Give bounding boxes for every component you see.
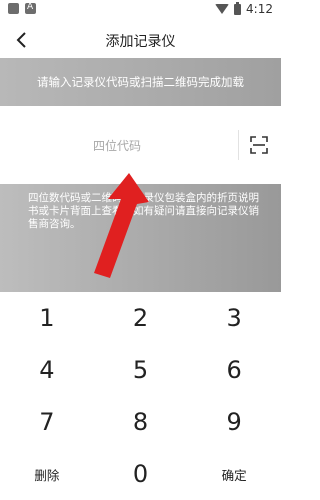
confirm-key[interactable]: 确定 <box>187 448 281 500</box>
wifi-icon <box>215 4 230 14</box>
key-5[interactable]: 5 <box>94 344 188 396</box>
page-title: 添加记录仪 <box>105 34 176 50</box>
notification-icon <box>8 3 19 14</box>
key-7[interactable]: 7 <box>0 396 94 448</box>
key-0[interactable]: 0 <box>94 448 188 500</box>
instruction-text: 请输入记录仪代码或扫描二维码完成加载 <box>37 75 244 89</box>
numeric-keypad: 1 2 3 4 5 6 7 8 9 删除 0 确定 <box>0 292 281 500</box>
key-3[interactable]: 3 <box>187 292 281 344</box>
key-9[interactable]: 9 <box>187 396 281 448</box>
clock: 4:12 <box>246 2 273 16</box>
battery-icon <box>234 1 242 15</box>
help-info-block: 四位数代码或二维码在记录仪包装盒内的折页说明书或卡片背面上查看，如有疑问请直接向… <box>0 184 281 292</box>
divider <box>238 130 239 160</box>
app-notification-icon <box>25 2 36 14</box>
app-bar: 添加记录仪 <box>0 20 281 60</box>
help-text: 四位数代码或二维码在记录仪包装盒内的折页说明书或卡片背面上查看，如有疑问请直接向… <box>28 192 259 230</box>
key-8[interactable]: 8 <box>94 396 188 448</box>
back-button[interactable] <box>8 26 36 54</box>
code-input[interactable] <box>40 134 194 158</box>
status-bar: 4:12 <box>0 0 281 20</box>
instruction-banner: 请输入记录仪代码或扫描二维码完成加载 <box>0 58 281 106</box>
scan-button[interactable] <box>246 134 272 156</box>
code-input-row <box>0 106 281 184</box>
key-6[interactable]: 6 <box>187 344 281 396</box>
status-indicators: 4:12 <box>215 1 273 16</box>
key-1[interactable]: 1 <box>0 292 94 344</box>
delete-key[interactable]: 删除 <box>0 448 94 500</box>
back-arrow-icon <box>16 32 26 48</box>
key-2[interactable]: 2 <box>94 292 188 344</box>
notification-icons <box>8 2 36 14</box>
scan-icon <box>250 136 268 154</box>
key-4[interactable]: 4 <box>0 344 94 396</box>
